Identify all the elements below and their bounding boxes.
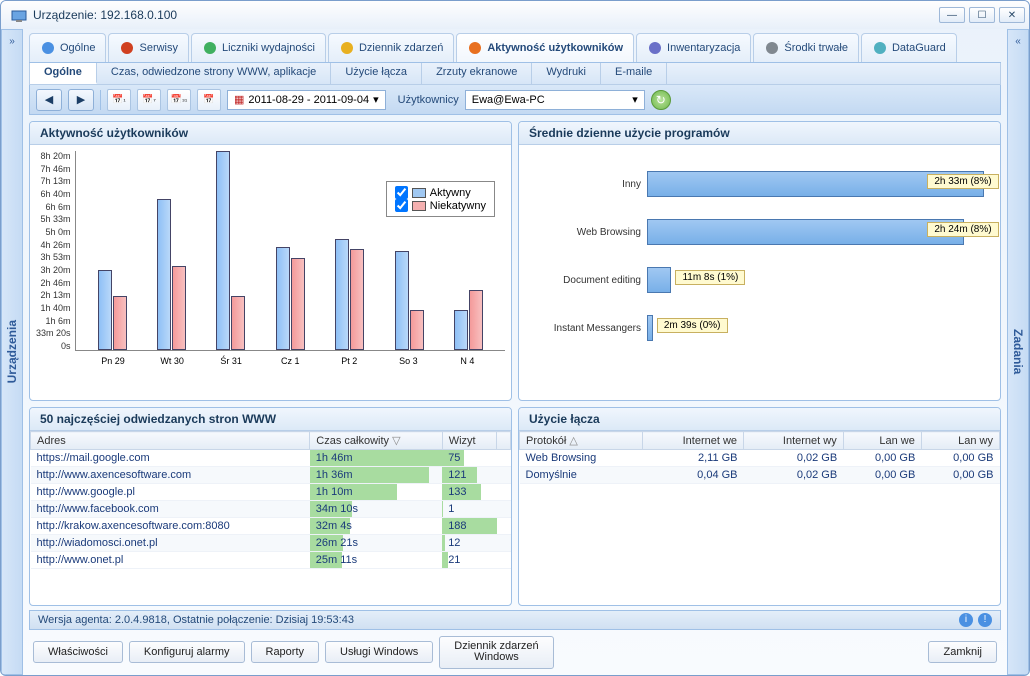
sub-tab-3[interactable]: Zrzuty ekranowe bbox=[422, 63, 532, 84]
side-tab-devices[interactable]: » Urządzenia bbox=[1, 29, 23, 675]
sub-tab-5[interactable]: E-maile bbox=[601, 63, 667, 84]
network-table: Protokół △Internet weInternet wyLan weLa… bbox=[519, 431, 1000, 484]
tab-icon bbox=[872, 40, 888, 56]
table-row[interactable]: http://www.google.pl1h 10m133 bbox=[31, 484, 511, 501]
refresh-button[interactable]: ↻ bbox=[651, 90, 671, 110]
dialog-close-button[interactable]: Zamknij bbox=[928, 641, 997, 663]
configure-alarms-button[interactable]: Konfiguruj alarmy bbox=[129, 641, 245, 663]
chart-legend: Aktywny Niekatywny bbox=[386, 181, 495, 217]
main-tab-6[interactable]: Środki trwałe bbox=[753, 33, 859, 62]
table-row[interactable]: http://wiadomosci.onet.pl26m 21s12 bbox=[31, 535, 511, 552]
device-window: Urządzenie: 192.168.0.100 — ☐ ✕ » Urządz… bbox=[0, 0, 1030, 676]
app-icon bbox=[11, 7, 27, 23]
minimize-button[interactable]: — bbox=[939, 7, 965, 23]
table-row[interactable]: http://www.facebook.com34m 10s1 bbox=[31, 501, 511, 518]
main-tab-1[interactable]: Serwisy bbox=[108, 33, 189, 62]
titlebar: Urządzenie: 192.168.0.100 — ☐ ✕ bbox=[1, 1, 1029, 29]
main-tab-4[interactable]: Aktywność użytkowników bbox=[456, 33, 634, 62]
user-select[interactable]: Ewa@Ewa-PC ▾ bbox=[465, 90, 645, 110]
close-button[interactable]: ✕ bbox=[999, 7, 1025, 23]
calendar-month-button[interactable]: 📅₃₁ bbox=[167, 89, 191, 111]
bottom-button-bar: Właściwości Konfiguruj alarmy Raporty Us… bbox=[29, 630, 1001, 671]
date-range-picker[interactable]: ▦ 2011-08-29 - 2011-09-04 ▾ bbox=[227, 90, 386, 110]
panel-network-usage: Użycie łącza Protokół △Internet weIntern… bbox=[518, 407, 1001, 606]
legend-active-checkbox[interactable] bbox=[395, 186, 408, 199]
tab-icon bbox=[339, 40, 355, 56]
main-tab-0[interactable]: Ogólne bbox=[29, 33, 106, 62]
main-tab-bar: OgólneSerwisyLiczniki wydajnościDziennik… bbox=[29, 33, 1001, 63]
tab-icon bbox=[202, 40, 218, 56]
tab-icon bbox=[40, 40, 56, 56]
side-tab-tasks[interactable]: « Zadania bbox=[1007, 29, 1029, 675]
tab-icon bbox=[764, 40, 780, 56]
sub-tab-0[interactable]: Ogólne bbox=[30, 63, 97, 84]
col-visits[interactable]: Wizyt bbox=[442, 432, 496, 450]
maximize-button[interactable]: ☐ bbox=[969, 7, 995, 23]
col-address[interactable]: Adres bbox=[31, 432, 310, 450]
sites-table: Adres Czas całkowity ▽ Wizyt https://mai… bbox=[30, 431, 511, 569]
tab-icon bbox=[467, 40, 483, 56]
reports-button[interactable]: Raporty bbox=[251, 641, 320, 663]
table-row[interactable]: http://www.axencesoftware.com1h 36m121 bbox=[31, 467, 511, 484]
panel-program-usage: Średnie dzienne użycie programów Inny2h … bbox=[518, 121, 1001, 401]
legend-inactive-checkbox[interactable] bbox=[395, 199, 408, 212]
tab-icon bbox=[119, 40, 135, 56]
tab-icon bbox=[647, 40, 663, 56]
sub-tab-2[interactable]: Użycie łącza bbox=[331, 63, 422, 84]
nav-forward-button[interactable]: ▶ bbox=[68, 89, 94, 111]
program-usage-chart: Inny2h 33m (8%)Web Browsing2h 24m (8%)Do… bbox=[525, 151, 994, 394]
nav-back-button[interactable]: ◀ bbox=[36, 89, 62, 111]
table-row[interactable]: Web Browsing2,11 GB0,02 GB0,00 GB0,00 GB bbox=[520, 450, 1000, 467]
sub-tab-1[interactable]: Czas, odwiedzone strony WWW, aplikacje bbox=[97, 63, 331, 84]
main-tab-7[interactable]: DataGuard bbox=[861, 33, 957, 62]
sub-tab-bar: OgólneCzas, odwiedzone strony WWW, aplik… bbox=[29, 63, 1001, 85]
event-log-button[interactable]: Dziennik zdarzeńWindows bbox=[439, 636, 553, 669]
windows-services-button[interactable]: Usługi Windows bbox=[325, 641, 433, 663]
sub-tab-4[interactable]: Wydruki bbox=[532, 63, 601, 84]
table-row[interactable]: Domyślnie0,04 GB0,02 GB0,00 GB0,00 GB bbox=[520, 467, 1000, 484]
users-label: Użytkownicy bbox=[398, 94, 459, 106]
status-bar: Wersja agenta: 2.0.4.9818, Ostatnie połą… bbox=[29, 610, 1001, 630]
activity-bar-chart: 8h 20m7h 46m7h 13m6h 40m6h 6m5h 33m5h 0m… bbox=[36, 151, 505, 394]
main-tab-5[interactable]: Inwentaryzacja bbox=[636, 33, 751, 62]
toolbar: ◀ ▶ 📅₁ 📅₇ 📅₃₁ 📅 ▦ 2011-08-29 - 2011-09-0… bbox=[29, 85, 1001, 115]
calendar-week-button[interactable]: 📅₇ bbox=[137, 89, 161, 111]
table-row[interactable]: https://mail.google.com1h 46m75 bbox=[31, 450, 511, 467]
calendar-year-button[interactable]: 📅 bbox=[197, 89, 221, 111]
properties-button[interactable]: Właściwości bbox=[33, 641, 123, 663]
info-icon[interactable]: i bbox=[959, 613, 973, 627]
main-tab-3[interactable]: Dziennik zdarzeń bbox=[328, 33, 454, 62]
panel-user-activity: Aktywność użytkowników 8h 20m7h 46m7h 13… bbox=[29, 121, 512, 401]
window-title: Urządzenie: 192.168.0.100 bbox=[33, 8, 939, 22]
warning-icon[interactable]: ! bbox=[978, 613, 992, 627]
calendar-day-button[interactable]: 📅₁ bbox=[107, 89, 131, 111]
table-row[interactable]: http://krakow.axencesoftware.com:808032m… bbox=[31, 518, 511, 535]
panel-top-sites: 50 najczęściej odwiedzanych stron WWW Ad… bbox=[29, 407, 512, 606]
table-row[interactable]: http://www.onet.pl25m 11s21 bbox=[31, 552, 511, 569]
main-tab-2[interactable]: Liczniki wydajności bbox=[191, 33, 326, 62]
col-time[interactable]: Czas całkowity ▽ bbox=[310, 432, 442, 450]
